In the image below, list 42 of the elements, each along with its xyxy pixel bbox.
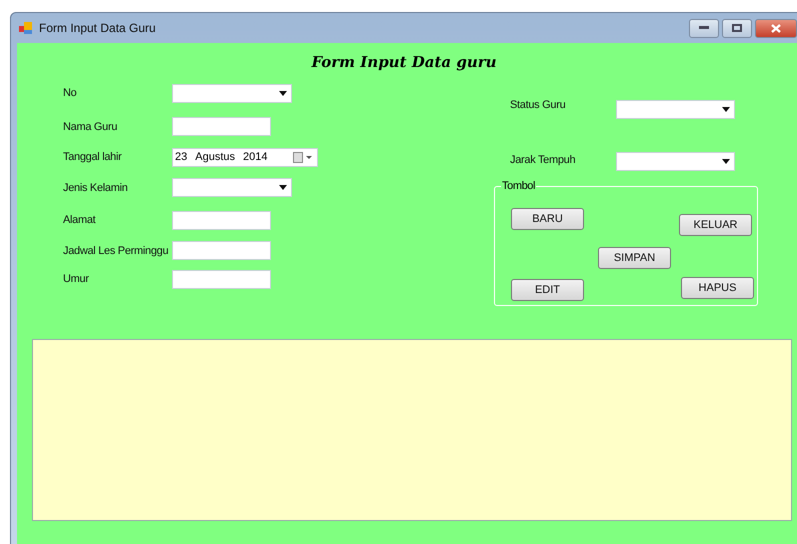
form-heading: Form Input Data guru [311, 53, 497, 71]
close-icon [771, 24, 781, 32]
dropdown-arrow-icon [279, 90, 287, 96]
combo-box[interactable] [616, 152, 735, 171]
action-button[interactable]: EDIT [511, 279, 584, 301]
date-month: Agustus [195, 151, 235, 163]
app-icon [19, 22, 33, 34]
date-day: 23 [175, 151, 188, 163]
maximize-button[interactable] [722, 18, 752, 38]
field-label: No [63, 87, 78, 99]
combo-box[interactable] [172, 178, 292, 197]
text-field[interactable] [172, 210, 271, 230]
window-title: Form Input Data Guru [39, 21, 157, 35]
field-label: Umur [63, 273, 90, 285]
data-grid[interactable] [32, 339, 792, 521]
action-button[interactable]: KELUAR [679, 214, 752, 236]
field-label: Jenis Kelamin [63, 182, 129, 194]
calendar-icon[interactable] [293, 152, 313, 162]
field-label: Alamat [63, 214, 97, 226]
maximize-icon [732, 24, 742, 32]
field-label: Jadwal Les Perminggu [63, 244, 170, 256]
date-year: 2014 [243, 151, 268, 163]
action-button[interactable]: SIMPAN [598, 247, 671, 269]
text-field[interactable] [172, 117, 271, 136]
text-field[interactable] [172, 241, 271, 260]
combo-box[interactable] [172, 84, 292, 102]
field-label: Status Guru [509, 98, 566, 110]
date-picker[interactable]: 23 Agustus 2014 [172, 148, 318, 166]
minimize-icon [699, 26, 709, 30]
close-button[interactable] [755, 18, 797, 38]
field-label: Nama Guru [63, 120, 118, 132]
dropdown-arrow-icon [722, 159, 730, 164]
combo-box[interactable] [616, 100, 735, 119]
group-title: Tombol [501, 180, 536, 192]
action-button[interactable]: BARU [511, 208, 584, 230]
action-button[interactable]: HAPUS [681, 277, 754, 299]
field-label: Tanggal lahir [63, 151, 123, 163]
dropdown-arrow-icon [722, 107, 730, 112]
minimize-button[interactable] [689, 18, 719, 38]
field-label: Jarak Tempuh [509, 154, 576, 166]
text-field[interactable] [172, 270, 271, 288]
dropdown-arrow-icon [279, 185, 287, 190]
